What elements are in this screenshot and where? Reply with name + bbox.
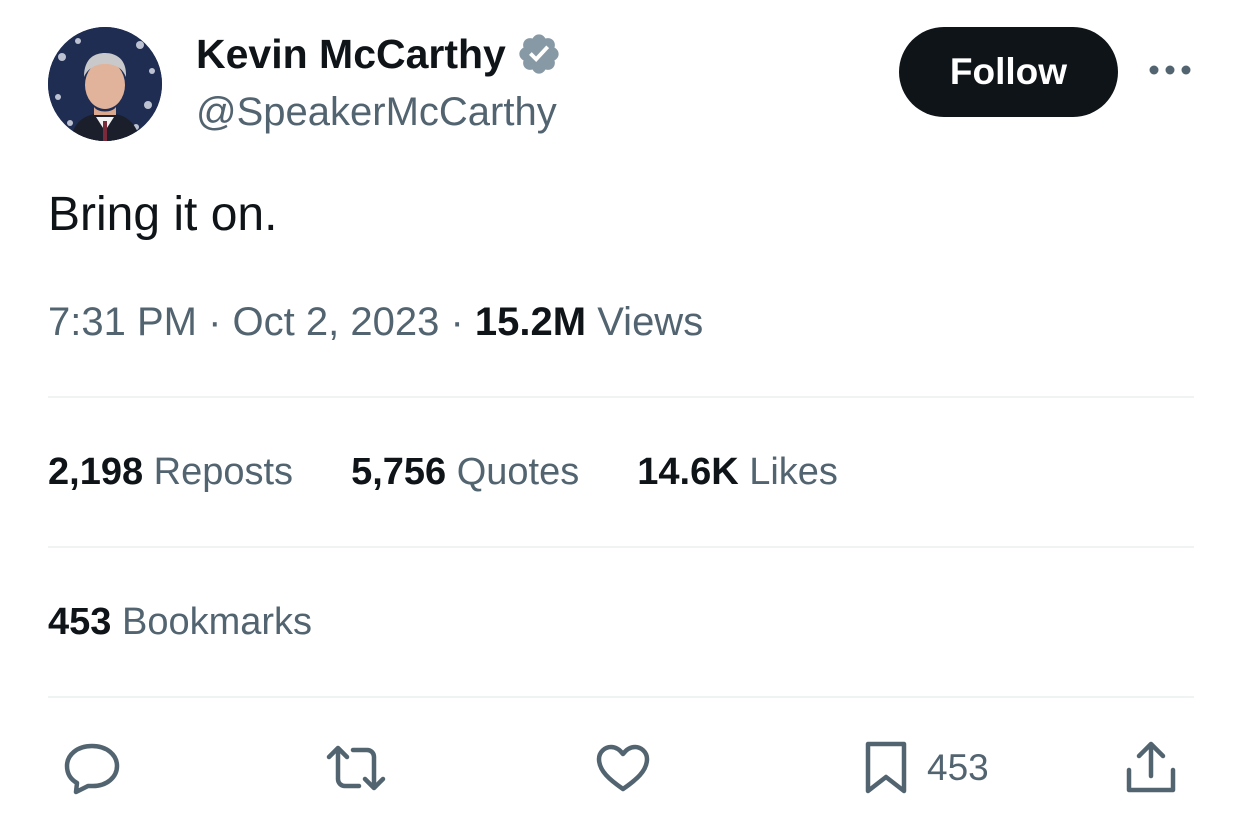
- heart-icon: [596, 744, 650, 792]
- bookmarks-label: Bookmarks: [121, 601, 313, 643]
- bookmark-action-count: 453: [927, 747, 989, 788]
- meta-separator: ·: [450, 300, 464, 344]
- tweet-text: Bring it on.: [48, 188, 278, 241]
- bookmark-button[interactable]: 453: [863, 738, 989, 798]
- repost-button[interactable]: [325, 738, 387, 798]
- like-button[interactable]: [594, 738, 652, 798]
- divider: [48, 546, 1194, 548]
- views-count: 15.2M: [474, 300, 587, 344]
- tweet-time[interactable]: 7:31 PM: [48, 300, 197, 344]
- divider: [48, 396, 1194, 398]
- likes-count: 14.6K: [637, 451, 739, 493]
- reply-button[interactable]: [62, 738, 122, 798]
- views-label: Views: [597, 300, 704, 344]
- likes-label: Likes: [749, 451, 838, 493]
- follow-button[interactable]: Follow: [899, 27, 1118, 117]
- display-name-text: Kevin McCarthy: [196, 31, 506, 77]
- quotes-label: Quotes: [456, 451, 580, 493]
- more-horizontal-icon[interactable]: [1146, 56, 1194, 84]
- bookmark-icon: [865, 741, 907, 794]
- bookmarks-stat[interactable]: 453 Bookmarks: [48, 597, 312, 647]
- avatar-image: [48, 27, 162, 141]
- reposts-count: 2,198: [48, 451, 144, 493]
- repost-icon: [326, 745, 386, 791]
- share-icon: [1126, 741, 1176, 793]
- reply-icon: [64, 743, 120, 795]
- divider: [48, 696, 1194, 698]
- meta-separator: ·: [208, 300, 222, 344]
- bookmarks-count: 453: [48, 601, 112, 643]
- avatar[interactable]: [48, 27, 162, 141]
- author-handle[interactable]: @SpeakerMcCarthy: [196, 88, 557, 136]
- author-display-name[interactable]: Kevin McCarthy: [196, 30, 562, 78]
- quotes-count: 5,756: [351, 451, 447, 493]
- reposts-label: Reposts: [153, 451, 294, 493]
- verified-badge-icon: [516, 31, 562, 77]
- tweet-date[interactable]: Oct 2, 2023: [233, 300, 440, 344]
- share-button[interactable]: [1124, 738, 1178, 798]
- likes-stat[interactable]: 14.6K Likes: [637, 447, 838, 497]
- tweet-meta: 7:31 PM · Oct 2, 2023 · 15.2M Views: [48, 297, 703, 347]
- reposts-stat[interactable]: 2,198 Reposts: [48, 447, 293, 497]
- quotes-stat[interactable]: 5,756 Quotes: [351, 447, 579, 497]
- engagement-stats: 2,198 Reposts 5,756 Quotes 14.6K Likes: [48, 447, 896, 497]
